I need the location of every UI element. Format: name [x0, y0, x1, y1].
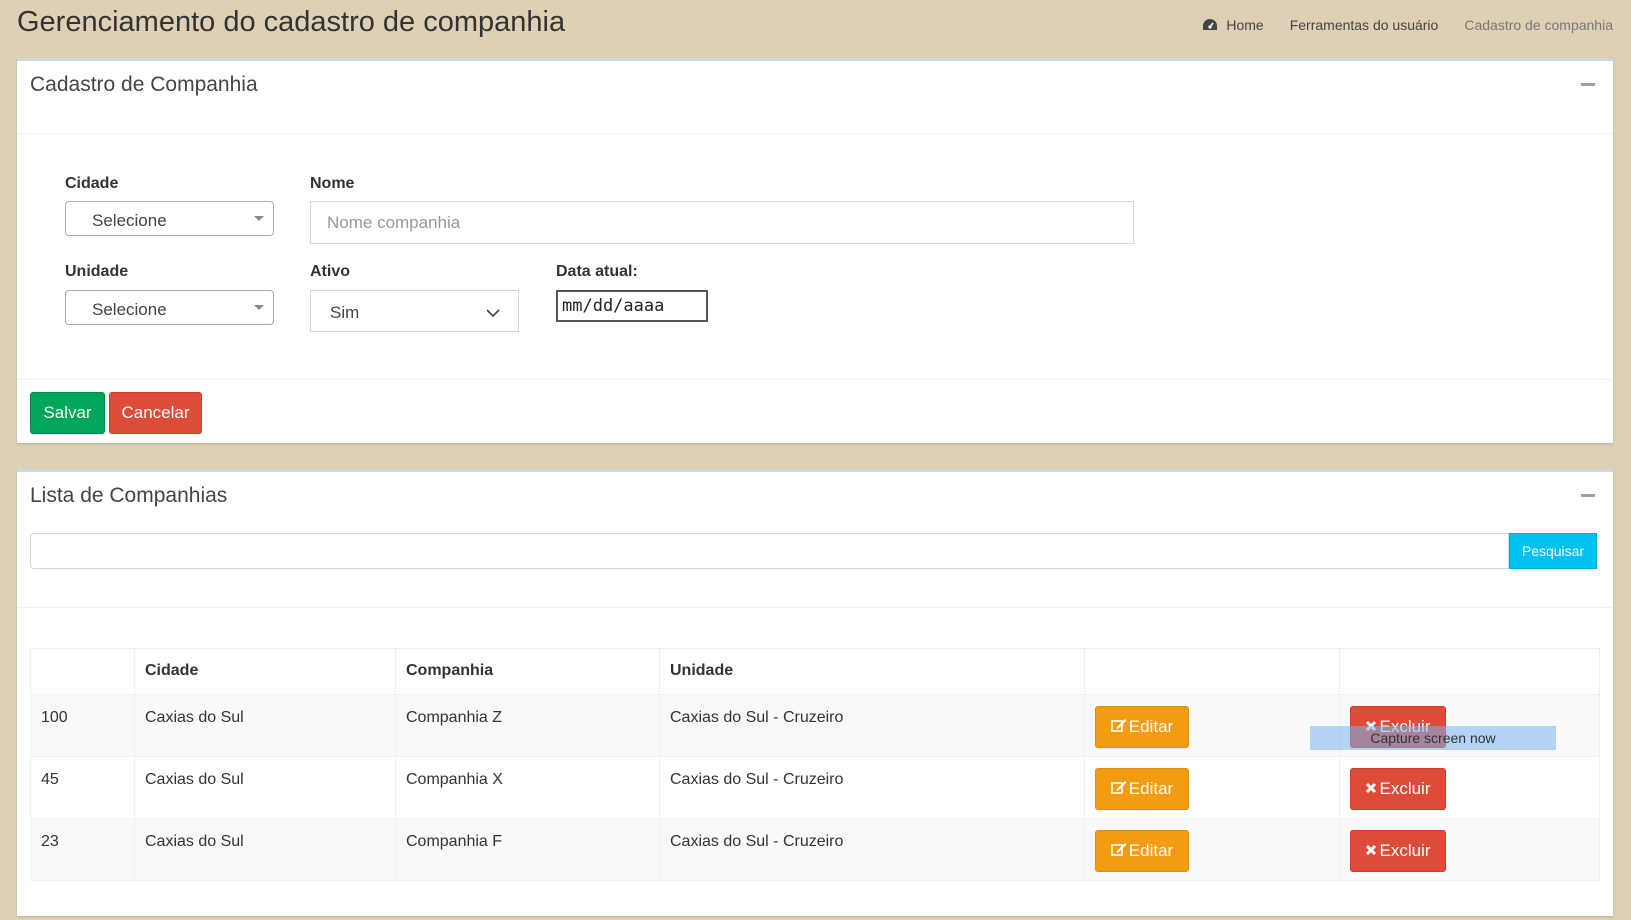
unidade-select-value: Selecione [92, 300, 167, 319]
caret-down-icon [254, 216, 264, 221]
breadcrumb-current: Cadastro de companhia [1464, 17, 1613, 33]
page-header: Gerenciamento do cadastro de companhia H… [17, 0, 1613, 50]
cell-unidade: Caxias do Sul - Cruzeiro [659, 818, 1085, 881]
nome-input[interactable] [310, 201, 1134, 244]
delete-button[interactable]: Excluir [1350, 830, 1446, 872]
cell-delete: Excluir [1339, 756, 1600, 819]
cell-edit: Editar [1084, 694, 1340, 757]
divider [17, 379, 1613, 380]
breadcrumb-home[interactable]: Home [1226, 17, 1263, 33]
cell-edit: Editar [1084, 818, 1340, 881]
cell-id: 23 [30, 818, 135, 881]
collapse-icon[interactable] [1581, 494, 1595, 497]
edit-button[interactable]: Editar [1095, 830, 1189, 872]
edit-icon [1110, 779, 1127, 799]
save-button[interactable]: Salvar [30, 392, 105, 434]
cell-cidade: Caxias do Sul [134, 756, 396, 819]
cell-unidade: Caxias do Sul - Cruzeiro [659, 694, 1085, 757]
delete-label: Excluir [1379, 779, 1431, 798]
unidade-select[interactable]: Selecione [65, 290, 274, 325]
delete-label: Excluir [1379, 841, 1431, 860]
collapse-icon[interactable] [1581, 83, 1595, 86]
cell-edit: Editar [1084, 756, 1340, 819]
edit-icon [1110, 717, 1127, 737]
divider [17, 133, 1613, 134]
edit-icon [1110, 841, 1127, 861]
list-box-title: Lista de Companhias [30, 484, 228, 507]
table-row: 45 Caxias do Sul Companhia X Caxias do S… [30, 756, 1600, 819]
cell-companhia: Companhia Z [395, 694, 660, 757]
cidade-label: Cidade [65, 175, 119, 192]
column-header-companhia: Companhia [395, 648, 660, 695]
companies-table: Cidade Companhia Unidade 100 Caxias do S… [30, 648, 1600, 881]
data-label: Data atual: [556, 263, 638, 280]
breadcrumb: Home Ferramentas do usuário Cadastro de … [1202, 17, 1613, 33]
edit-button[interactable]: Editar [1095, 706, 1189, 748]
column-header-cidade: Cidade [134, 648, 396, 695]
unidade-label: Unidade [65, 263, 129, 280]
edit-button[interactable]: Editar [1095, 768, 1189, 810]
cell-delete: Excluir [1339, 818, 1600, 881]
cell-cidade: Caxias do Sul [134, 694, 396, 757]
chevron-down-icon [486, 303, 500, 323]
dashboard-icon [1202, 18, 1218, 32]
cidade-select-value: Selecione [92, 211, 167, 230]
capture-screen-overlay[interactable]: Capture screen now [1310, 726, 1556, 750]
nome-label: Nome [310, 175, 355, 192]
list-box: Lista de Companhias Pesquisar Cidade Com… [17, 469, 1613, 916]
breadcrumb-ferramentas[interactable]: Ferramentas do usuário [1290, 17, 1439, 33]
edit-label: Editar [1128, 841, 1174, 860]
delete-button[interactable]: Excluir [1350, 768, 1446, 810]
cell-companhia: Companhia X [395, 756, 660, 819]
table-header-row: Cidade Companhia Unidade [30, 648, 1600, 695]
form-box-title: Cadastro de Companhia [30, 73, 258, 96]
cancel-button[interactable]: Cancelar [109, 392, 202, 434]
search-button[interactable]: Pesquisar [1509, 533, 1597, 569]
cidade-select[interactable]: Selecione [65, 201, 274, 236]
data-input[interactable]: mm/dd/aaaa [556, 290, 708, 322]
column-header-id [30, 648, 135, 695]
table-row: 23 Caxias do Sul Companhia F Caxias do S… [30, 818, 1600, 881]
times-icon [1365, 841, 1377, 861]
cell-id: 100 [30, 694, 135, 757]
cell-cidade: Caxias do Sul [134, 818, 396, 881]
search-input[interactable] [30, 533, 1509, 569]
ativo-select[interactable]: Sim [310, 290, 519, 332]
column-header-edit [1084, 648, 1340, 695]
column-header-unidade: Unidade [659, 648, 1085, 695]
form-box: Cadastro de Companhia Cidade Selecione N… [17, 58, 1613, 443]
ativo-label: Ativo [310, 263, 350, 280]
caret-down-icon [254, 305, 264, 310]
edit-label: Editar [1128, 717, 1174, 736]
ativo-select-value: Sim [330, 303, 360, 322]
cell-id: 45 [30, 756, 135, 819]
cell-unidade: Caxias do Sul - Cruzeiro [659, 756, 1085, 819]
page-title: Gerenciamento do cadastro de companhia [17, 6, 566, 38]
divider [17, 607, 1613, 608]
edit-label: Editar [1128, 779, 1174, 798]
cell-companhia: Companhia F [395, 818, 660, 881]
column-header-delete [1339, 648, 1600, 695]
times-icon [1365, 779, 1377, 799]
